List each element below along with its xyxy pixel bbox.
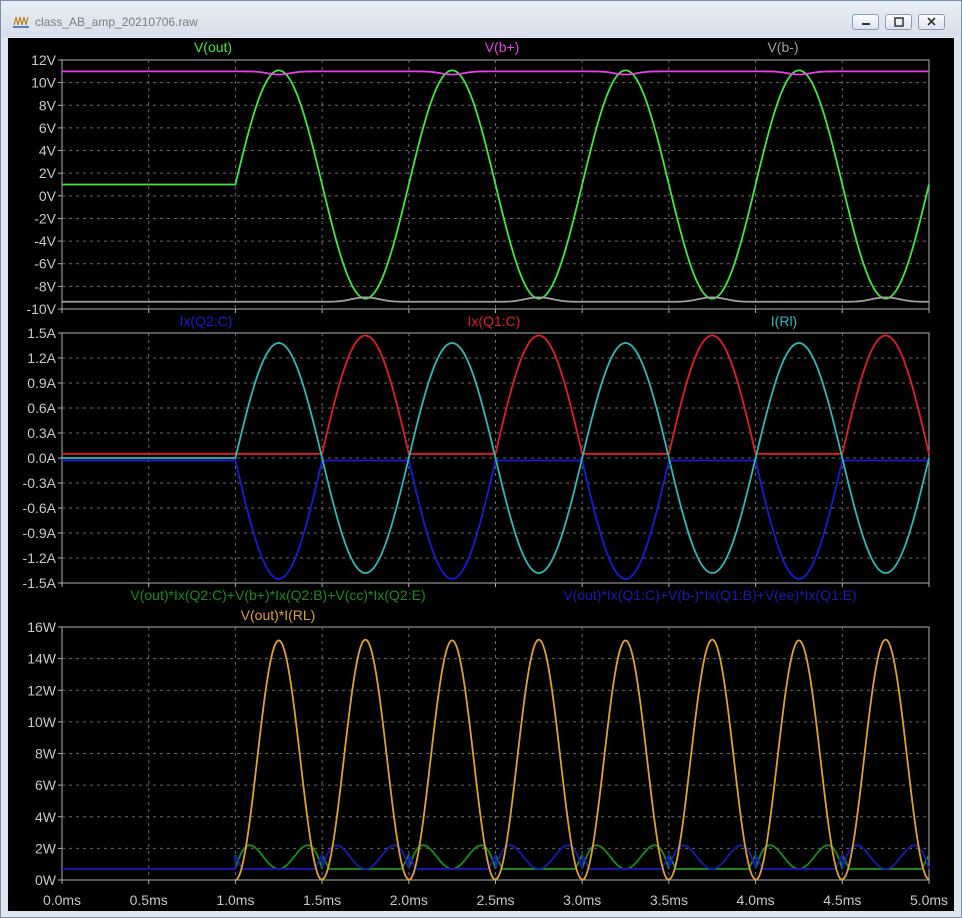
y-tick-label: 12V [31, 52, 57, 68]
y-tick-label: 2W [35, 840, 57, 856]
trace-p_rl [235, 638, 930, 882]
window-title: class_AB_amp_20210706.raw [35, 15, 198, 29]
y-tick-label: 4W [35, 809, 57, 825]
y-tick-label: 8V [39, 97, 57, 113]
minimize-icon [862, 23, 870, 25]
trace-label-vbminus: V(b-) [767, 39, 798, 55]
x-tick-label: 1.0ms [216, 892, 254, 908]
trace-label-i_rl: I(Rl) [771, 313, 797, 329]
y-tick-label: 16W [27, 619, 57, 635]
y-tick-label: -8V [34, 278, 56, 294]
trace-label-p_rl: V(out)*I(RL) [241, 607, 316, 623]
pane-voltage: 12V 10V 8V 6V 4V 2V 0V -2V -4V -6V -8V -10V [26, 52, 930, 317]
y-tick-label: 0.6A [27, 400, 56, 416]
y-tick-label: 10W [27, 714, 57, 730]
x-tick-label: 3.0ms [563, 892, 601, 908]
trace-label-vbplus: V(b+) [485, 39, 520, 55]
restore-icon [894, 17, 904, 27]
trace-label-ix_q2c: Ix(Q2:C) [180, 313, 233, 329]
trace-ix_q1c [62, 334, 930, 455]
y-tick-label: 4V [39, 143, 57, 159]
pane-current: 1.5A 1.2A 0.9A 0.6A 0.3A 0.0A -0.3A -0.6A -0.9A -… [23, 325, 930, 591]
x-tick-label: 3.5ms [650, 892, 688, 908]
y-tick-label: 1.2A [27, 350, 56, 366]
x-tick-label: 2.5ms [476, 892, 514, 908]
x-tick-label: 1.5ms [303, 892, 341, 908]
waveform-chart[interactable]: 12V 10V 8V 6V 4V 2V 0V -2V -4V -6V -8V -10V 1.5A 1.2A… [8, 38, 954, 911]
y-tick-label: 8W [35, 746, 57, 762]
y-tick-label: 12W [27, 682, 57, 698]
y-tick-label: -0.9A [23, 525, 57, 541]
title-bar[interactable]: class_AB_amp_20210706.raw [1, 1, 961, 37]
close-button[interactable] [918, 14, 945, 30]
y-tick-label: -1.2A [23, 550, 57, 566]
y-tick-label: 1.5A [27, 325, 56, 341]
trace-label-vout: V(out) [194, 39, 232, 55]
trace-label-ix_q1c: Ix(Q1:C) [468, 313, 521, 329]
y-tick-label: -0.6A [23, 500, 57, 516]
y-tick-label: 10V [31, 75, 57, 91]
x-tick-label: 4.0ms [737, 892, 775, 908]
y-tick-label: 0W [35, 872, 57, 888]
y-tick-label: -2V [34, 210, 56, 226]
y-tick-label: -10V [26, 301, 56, 317]
y-tick-label: 6W [35, 777, 57, 793]
restore-button[interactable] [885, 14, 912, 30]
y-tick-label: -6V [34, 256, 56, 272]
x-tick-label: 0.0ms [43, 892, 81, 908]
x-tick-label: 4.5ms [823, 892, 861, 908]
minimize-button[interactable] [852, 14, 879, 30]
y-tick-label: -0.3A [23, 475, 57, 491]
pane-power: 16W 14W 12W 10W 8W 6W 4W 2W 0W [27, 619, 930, 888]
waveform-viewer-window: class_AB_amp_20210706.raw 12V 10V 8V 6V 4V 2V… [0, 0, 962, 918]
x-tick-label: 5.0ms [910, 892, 948, 908]
y-tick-label: 6V [39, 120, 57, 136]
plot-area[interactable]: 12V 10V 8V 6V 4V 2V 0V -2V -4V -6V -8V -10V 1.5A 1.2A… [8, 38, 954, 911]
y-tick-label: -4V [34, 233, 56, 249]
x-tick-label: 0.5ms [130, 892, 168, 908]
y-tick-label: 0.9A [27, 375, 56, 391]
close-icon [927, 17, 936, 26]
y-tick-label: 0.0A [27, 450, 56, 466]
y-tick-label: 2V [39, 165, 57, 181]
y-tick-label: 0.3A [27, 425, 56, 441]
waveform-app-icon [13, 16, 29, 28]
x-tick-label: 2.0ms [390, 892, 428, 908]
y-tick-label: 14W [27, 651, 57, 667]
trace-label-p_q1: V(out)*Ix(Q1:C)+V(b-)*Ix(Q1:B)+V(ee)*Ix(… [563, 587, 856, 603]
y-tick-label: -1.5A [23, 575, 57, 591]
trace-label-p_q2: V(out)*Ix(Q2:C)+V(b+)*Ix(Q2:B)+V(cc)*Ix(… [130, 587, 425, 603]
y-tick-label: 0V [39, 188, 57, 204]
trace-ix_q2c [62, 459, 929, 580]
